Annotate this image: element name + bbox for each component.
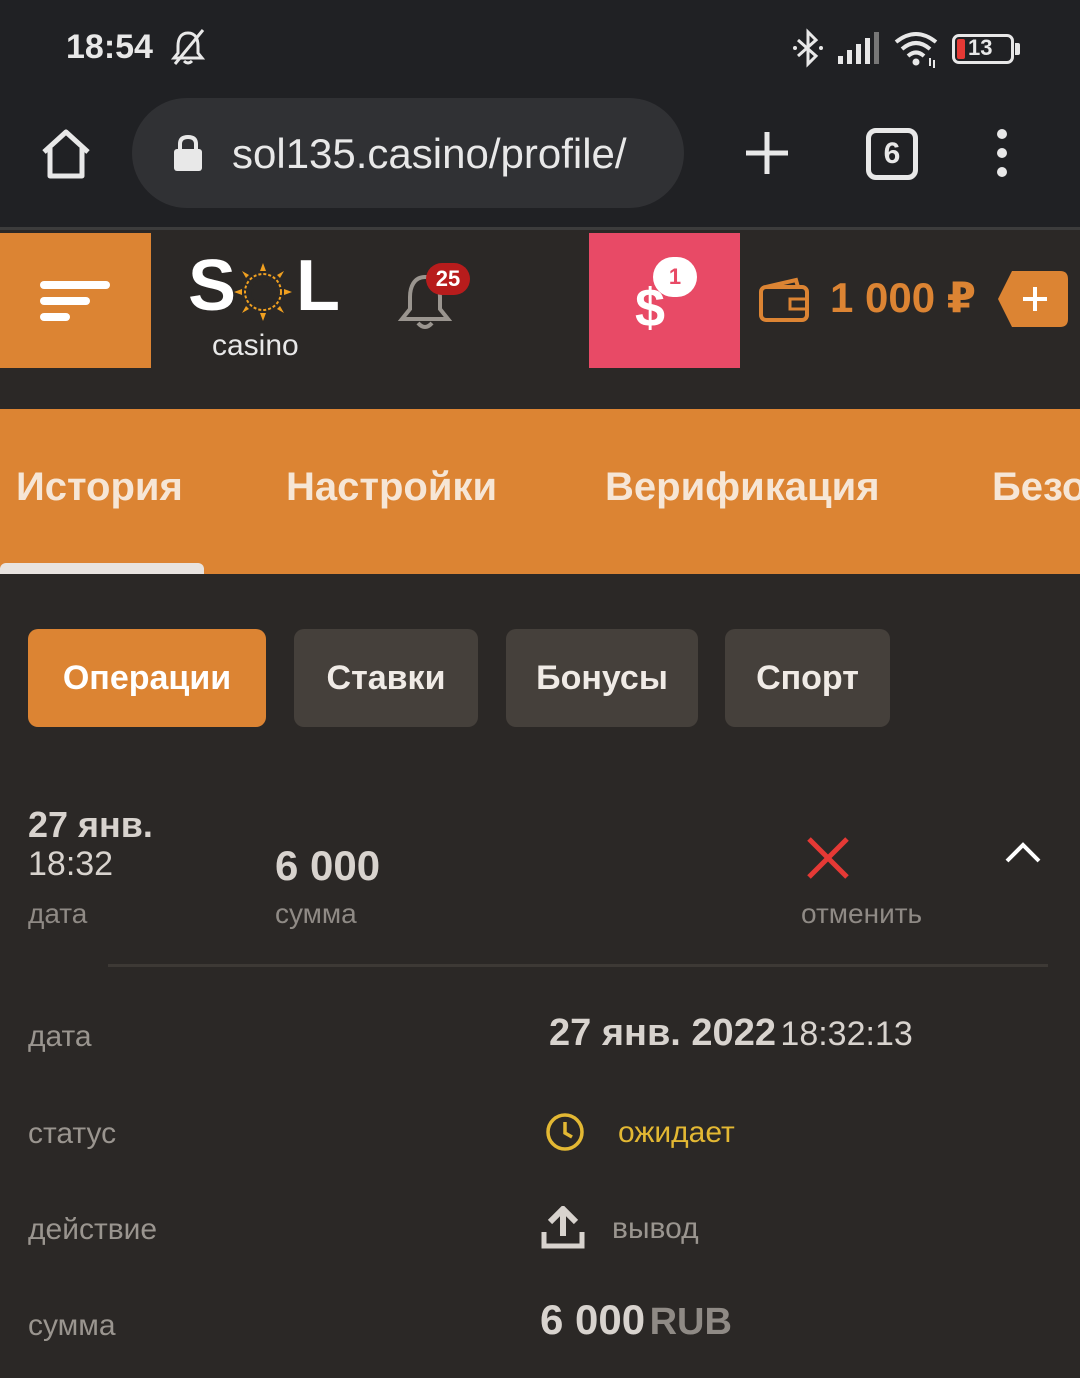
more-vert-icon[interactable] — [990, 128, 1014, 178]
close-icon[interactable] — [806, 836, 850, 880]
burger-line — [40, 297, 90, 305]
detail-time: 18:32:13 — [780, 1015, 913, 1053]
chevron-up-icon[interactable] — [1004, 840, 1042, 864]
burger-line — [40, 313, 70, 321]
detail-sum-value: 6 000 RUB — [540, 1296, 732, 1344]
deposit-plus-button[interactable] — [998, 271, 1068, 327]
detail-status-label: статус — [28, 1117, 117, 1150]
chip-bets[interactable]: Ставки — [294, 629, 478, 727]
operation-amount-label: сумма — [275, 898, 357, 929]
tab-verification[interactable]: Верификация — [605, 465, 880, 510]
tab-security[interactable]: Безопасность — [992, 465, 1080, 510]
chip-sport[interactable]: Спорт — [725, 629, 890, 727]
detail-sum-label: сумма — [28, 1309, 116, 1342]
browser-toolbar: sol135.casino/profile/ 6 — [0, 98, 1080, 230]
detail-date-label: дата — [28, 1020, 92, 1053]
tab-settings[interactable]: Настройки — [286, 465, 497, 510]
detail-date: 27 янв. 2022 — [549, 1012, 776, 1054]
wallet-icon — [759, 277, 809, 322]
site-header: SOL casino 25 $ 1 1 000 ₽ — [0, 233, 1080, 368]
bluetooth-icon — [793, 28, 823, 68]
chip-bonuses[interactable]: Бонусы — [506, 629, 698, 727]
operation-date-label: дата — [28, 898, 88, 929]
chip-operations[interactable]: Операции — [28, 629, 266, 727]
detail-date-value: 27 янв. 2022 18:32:13 — [549, 1012, 913, 1055]
url-text[interactable]: sol135.casino/profile/ — [232, 130, 662, 178]
upload-icon — [541, 1206, 585, 1249]
signal-icon — [838, 32, 879, 64]
detail-sum: 6 000 — [540, 1296, 646, 1343]
status-bar: 18:54 13 — [0, 0, 1080, 98]
cashback-badge: 1 — [653, 257, 697, 297]
wifi-icon — [894, 32, 938, 68]
balance-amount[interactable]: 1 000 ₽ — [830, 273, 976, 322]
clock-icon — [546, 1113, 584, 1151]
detail-currency: RUB — [649, 1301, 732, 1343]
cancel-button[interactable]: отменить — [801, 898, 922, 930]
home-icon[interactable] — [38, 126, 94, 182]
menu-button[interactable] — [0, 233, 151, 368]
logo-subtitle: casino — [212, 329, 299, 362]
operation-date: 27 янв. — [28, 804, 153, 845]
divider — [108, 964, 1048, 967]
status-badge: ожидает — [618, 1116, 735, 1149]
lock-icon — [174, 134, 202, 171]
logo[interactable]: SOL casino — [188, 245, 340, 362]
plus-icon[interactable] — [740, 126, 794, 180]
operation-time: 18:32 — [28, 845, 114, 883]
battery-level: 13 — [968, 35, 993, 60]
address-bar[interactable]: sol135.casino/profile/ — [132, 98, 684, 208]
notifications-badge: 25 — [426, 263, 470, 295]
cashback-button[interactable]: $ 1 — [589, 233, 740, 368]
battery-icon: 13 — [952, 34, 1020, 64]
detail-action-value: вывод — [612, 1212, 699, 1245]
status-time: 18:54 — [66, 28, 153, 66]
burger-line — [40, 281, 110, 289]
mute-bell-icon — [170, 29, 206, 65]
profile-tabs: История Настройки Верификация Безопаснос… — [0, 409, 1080, 574]
tab-switcher-button[interactable]: 6 — [866, 128, 918, 180]
sun-logo-icon — [234, 263, 292, 321]
detail-action-label: действие — [28, 1213, 158, 1246]
operation-amount: 6 000 — [275, 842, 381, 889]
active-tab-indicator — [0, 563, 204, 574]
tab-history[interactable]: История — [16, 465, 183, 510]
